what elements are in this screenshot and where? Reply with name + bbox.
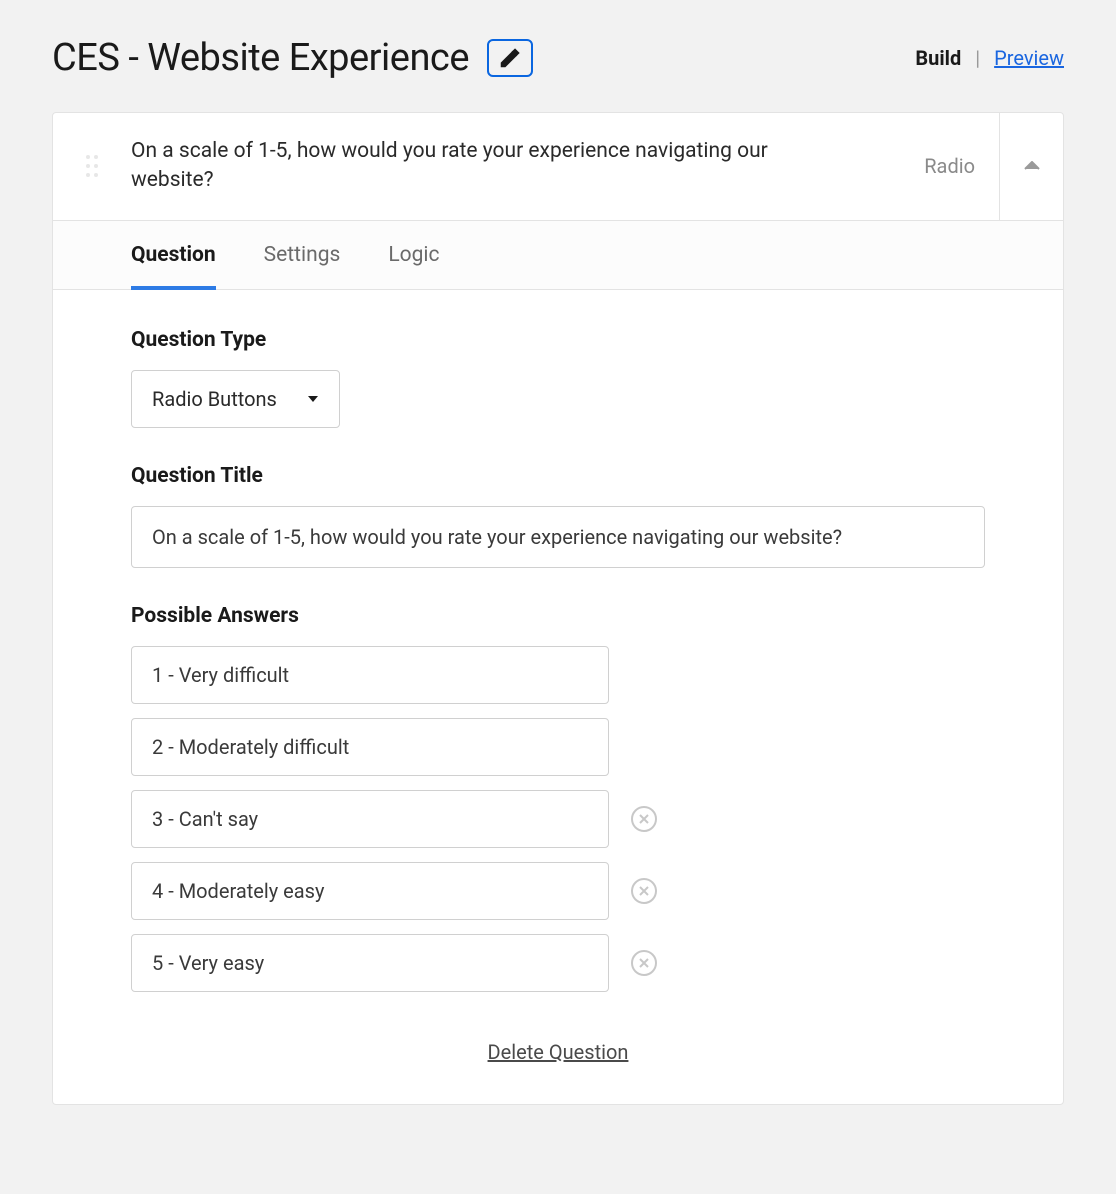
tab-question[interactable]: Question — [131, 221, 216, 289]
answer-row — [131, 862, 985, 920]
answer-row — [131, 790, 985, 848]
nav-preview[interactable]: Preview — [994, 46, 1064, 70]
answer-row — [131, 934, 985, 992]
answers-list — [131, 646, 985, 992]
nav-separator: | — [975, 46, 980, 70]
answer-row — [131, 718, 985, 776]
answer-input[interactable] — [131, 862, 609, 920]
close-icon — [639, 886, 649, 896]
drag-icon — [83, 152, 101, 180]
page-title: CES - Website Experience — [52, 36, 469, 80]
drag-handle[interactable] — [53, 113, 131, 220]
question-type-value: Radio Buttons — [152, 387, 277, 411]
question-card: On a scale of 1-5, how would you rate yo… — [52, 112, 1064, 1105]
collapse-toggle[interactable] — [999, 113, 1063, 220]
close-icon — [639, 814, 649, 824]
tabs: Question Settings Logic — [53, 221, 1063, 290]
answer-input[interactable] — [131, 718, 609, 776]
remove-answer-button[interactable] — [631, 878, 657, 904]
card-body: Question Type Radio Buttons Question Tit… — [53, 290, 1063, 1104]
tab-logic[interactable]: Logic — [388, 221, 439, 289]
question-type-label: Question Type — [131, 328, 985, 352]
question-summary-text: On a scale of 1-5, how would you rate yo… — [131, 137, 811, 196]
answer-input[interactable] — [131, 646, 609, 704]
chevron-up-icon — [1024, 161, 1040, 171]
remove-answer-button[interactable] — [631, 806, 657, 832]
question-title-label: Question Title — [131, 464, 985, 488]
question-title-input[interactable] — [131, 506, 985, 568]
question-type-badge: Radio — [924, 154, 975, 178]
question-summary: On a scale of 1-5, how would you rate yo… — [131, 113, 999, 220]
mode-nav: Build | Preview — [915, 46, 1064, 70]
tab-settings[interactable]: Settings — [264, 221, 341, 289]
nav-build[interactable]: Build — [915, 46, 961, 70]
close-icon — [639, 958, 649, 968]
possible-answers-label: Possible Answers — [131, 604, 985, 628]
pencil-icon — [499, 47, 521, 69]
remove-answer-button[interactable] — [631, 950, 657, 976]
question-type-select[interactable]: Radio Buttons — [131, 370, 340, 428]
edit-title-button[interactable] — [487, 39, 533, 77]
answer-input[interactable] — [131, 934, 609, 992]
chevron-down-icon — [307, 395, 319, 403]
page-header: CES - Website Experience Build | Preview — [52, 36, 1064, 80]
answer-row — [131, 646, 985, 704]
card-header: On a scale of 1-5, how would you rate yo… — [53, 113, 1063, 221]
answer-input[interactable] — [131, 790, 609, 848]
title-group: CES - Website Experience — [52, 36, 533, 80]
delete-question-link[interactable]: Delete Question — [131, 1040, 985, 1064]
